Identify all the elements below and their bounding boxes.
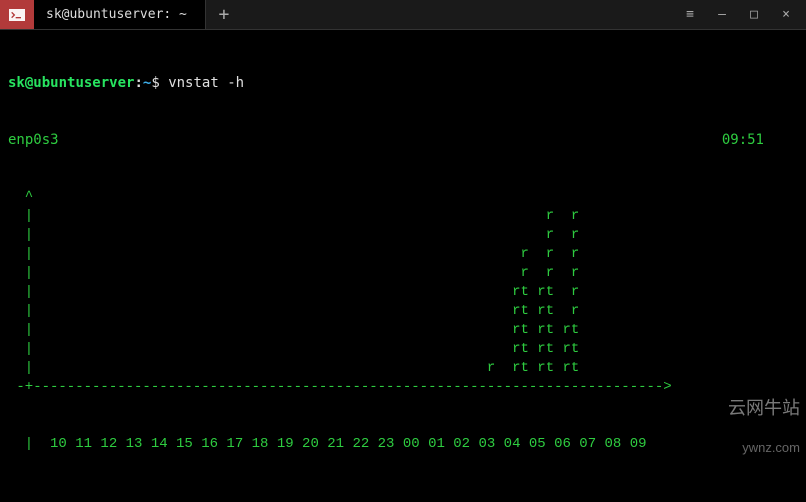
close-button[interactable]: × [778,7,794,23]
maximize-button[interactable]: □ [746,7,762,23]
prompt-host: ubuntuserver [33,75,134,91]
prompt-line-1: sk@ubuntuserver:~$ vnstat -h [8,74,798,93]
prompt-user: sk [8,75,25,91]
ascii-chart: ^ | r r | r r | [8,188,798,397]
current-time: 09:51 [722,131,798,150]
terminal-icon [9,9,25,21]
hours-axis: | 10 11 12 13 14 15 16 17 18 19 20 21 22… [8,435,798,454]
command-text: vnstat -h [168,75,244,91]
hamburger-icon[interactable]: ≡ [682,7,698,23]
window-controls: ≡ — □ × [674,0,806,29]
blank-line [8,492,798,502]
plus-icon: + [218,5,229,24]
interface-name: enp0s3 [8,131,59,150]
minimize-button[interactable]: — [714,7,730,23]
prompt-colon: : [134,75,142,91]
tab-title: sk@ubuntuserver: ~ [46,5,187,24]
tab-strip: sk@ubuntuserver: ~ + [0,0,674,29]
watermark-cn: 云网牛站 [728,398,800,418]
new-tab-button[interactable]: + [206,0,242,29]
terminal-viewport[interactable]: sk@ubuntuserver:~$ vnstat -h enp0s3 09:5… [0,30,806,502]
app-icon[interactable] [0,0,34,29]
interface-time-row: enp0s3 09:51 [8,131,798,150]
window-titlebar: sk@ubuntuserver: ~ + ≡ — □ × [0,0,806,30]
tab-active[interactable]: sk@ubuntuserver: ~ [34,0,206,29]
prompt-dollar: $ [151,75,159,91]
